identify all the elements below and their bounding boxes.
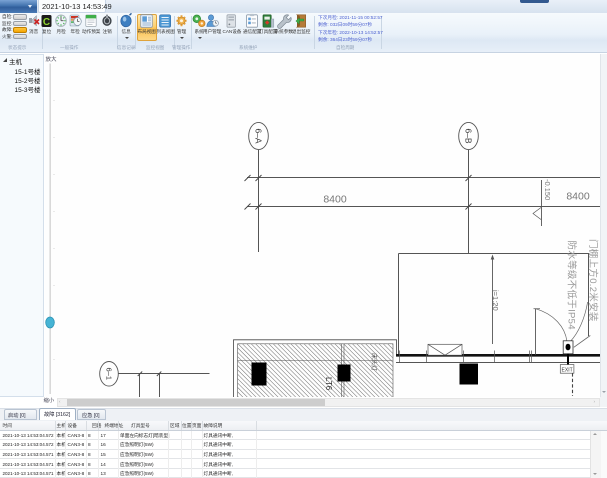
svg-text:LT6: LT6 bbox=[324, 377, 333, 391]
svg-text:床头灯: 床头灯 bbox=[370, 353, 378, 371]
svg-text:6–A: 6–A bbox=[254, 128, 264, 143]
svg-text:防水等级不低于IP54: 防水等级不低于IP54 bbox=[566, 241, 578, 330]
svg-text:i=1:20: i=1:20 bbox=[491, 290, 500, 311]
svg-text:C: C bbox=[43, 17, 50, 28]
svg-text:8400: 8400 bbox=[323, 194, 347, 206]
svg-text:8400: 8400 bbox=[566, 191, 590, 203]
svg-text:6–1: 6–1 bbox=[105, 368, 114, 381]
svg-text:EXIT: EXIT bbox=[562, 367, 573, 373]
svg-text:6–B: 6–B bbox=[464, 128, 474, 143]
svg-text:-0.150: -0.150 bbox=[543, 179, 552, 200]
svg-text:门棚上方0.2米安装: 门棚上方0.2米安装 bbox=[587, 239, 599, 322]
